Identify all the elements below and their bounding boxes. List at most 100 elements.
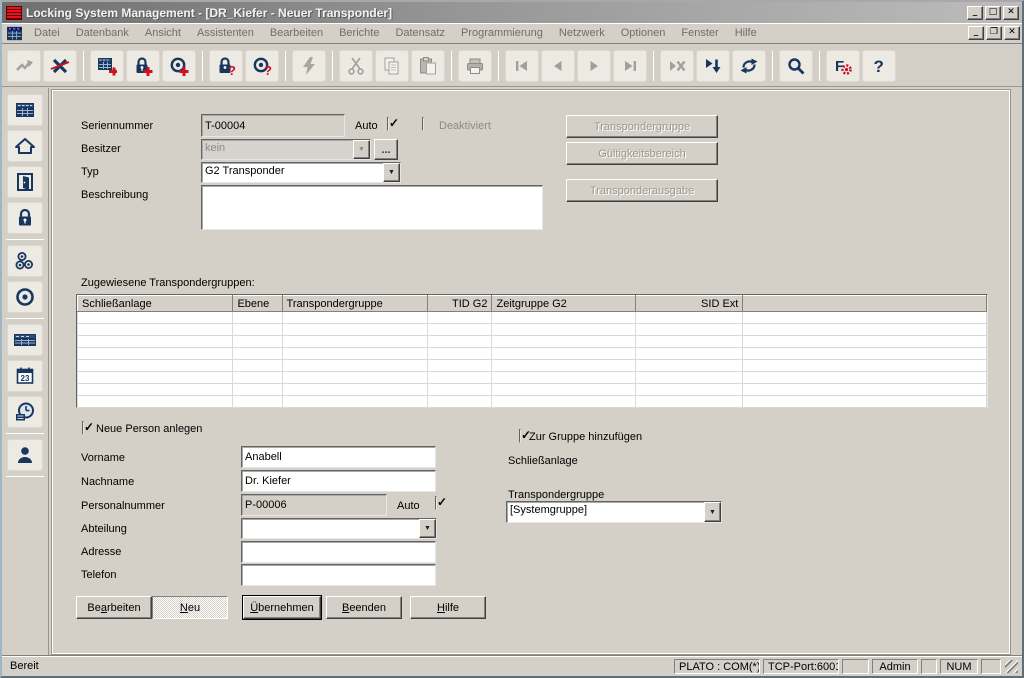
auto-checkbox[interactable]: [387, 117, 389, 131]
menu-berichte[interactable]: Berichte: [331, 25, 387, 41]
read-transponder-icon[interactable]: ?: [245, 50, 279, 82]
vorname-field[interactable]: [241, 446, 436, 468]
first-record-icon[interactable]: [505, 50, 539, 82]
bearbeiten-button[interactable]: Bearbeiten: [76, 596, 152, 619]
cancel-search-icon[interactable]: [660, 50, 694, 82]
menu-optionen[interactable]: Optionen: [613, 25, 674, 41]
transpondergruppe-combo[interactable]: [Systemgruppe] ▼: [506, 501, 722, 523]
menu-ansicht[interactable]: Ansicht: [137, 25, 189, 41]
minimize-icon[interactable]: _: [967, 6, 983, 20]
disconnect-icon[interactable]: [43, 50, 77, 82]
home-icon[interactable]: [7, 130, 43, 162]
resize-grip[interactable]: [1005, 660, 1018, 673]
new-transponder-icon[interactable]: [162, 50, 196, 82]
read-lock-icon[interactable]: ?: [209, 50, 243, 82]
time-plan-icon[interactable]: [7, 396, 43, 428]
transponderausgabe-button[interactable]: Transponderausgabe: [566, 179, 718, 202]
zur-gruppe-label: Zur Gruppe hinzufügen: [529, 431, 642, 443]
personalnummer-auto-checkbox[interactable]: [435, 496, 437, 510]
maximize-icon[interactable]: □: [985, 6, 1001, 20]
sync-arrow-icon[interactable]: [7, 50, 41, 82]
new-locking-system-icon[interactable]: [90, 50, 124, 82]
cut-icon[interactable]: [339, 50, 373, 82]
menu-fenster[interactable]: Fenster: [673, 25, 726, 41]
col-transpondergruppe[interactable]: Transpondergruppe: [282, 296, 427, 312]
menu-hilfe[interactable]: Hilfe: [727, 25, 765, 41]
telefon-field[interactable]: [241, 564, 436, 586]
transponder-group-icon[interactable]: [7, 245, 43, 277]
chevron-down-icon[interactable]: ▼: [383, 163, 400, 182]
personalnummer-auto-label: Auto: [397, 500, 420, 512]
matrix-icon[interactable]: [7, 94, 43, 126]
last-record-icon[interactable]: [613, 50, 647, 82]
transpondergruppen-table[interactable]: Schließanlage Ebene Transpondergruppe TI…: [76, 294, 988, 408]
copy-icon[interactable]: [375, 50, 409, 82]
new-lock-icon[interactable]: [126, 50, 160, 82]
table-row: [78, 312, 987, 324]
menu-programmierung[interactable]: Programmierung: [453, 25, 551, 41]
neue-person-label: Neue Person anlegen: [96, 423, 202, 435]
chevron-down-icon[interactable]: ▼: [419, 519, 436, 538]
door-icon[interactable]: [7, 166, 43, 198]
abteilung-combo[interactable]: ▼: [241, 518, 437, 539]
table-row: [78, 336, 987, 348]
toolbar-separator: [772, 51, 773, 81]
mdi-restore-icon[interactable]: ❐: [986, 26, 1002, 40]
neue-person-checkbox[interactable]: [82, 421, 84, 435]
nachname-field[interactable]: [241, 470, 436, 492]
deaktiviert-checkbox[interactable]: [422, 117, 424, 131]
help-icon[interactable]: ?: [862, 50, 896, 82]
besitzer-browse-button[interactable]: ...: [374, 139, 398, 160]
col-tid-g2[interactable]: TID G2: [427, 296, 492, 312]
beschreibung-field[interactable]: [201, 185, 543, 230]
calendar-icon[interactable]: 23: [7, 360, 43, 392]
refresh-icon[interactable]: [732, 50, 766, 82]
mdi-minimize-icon[interactable]: _: [968, 26, 984, 40]
seriennummer-field[interactable]: [201, 114, 345, 137]
print-icon[interactable]: [458, 50, 492, 82]
transpondergruppe-button[interactable]: Transpondergruppe: [566, 115, 718, 138]
col-zeitgruppe-g2[interactable]: Zeitgruppe G2: [492, 296, 636, 312]
beenden-button[interactable]: Beenden: [326, 596, 402, 619]
close-icon[interactable]: ✕: [1003, 6, 1019, 20]
gueltigkeitsbereich-button[interactable]: Gültigkeitsbereich: [566, 142, 718, 165]
adresse-field[interactable]: [241, 541, 436, 563]
search-icon[interactable]: [779, 50, 813, 82]
chevron-down-icon[interactable]: ▼: [704, 502, 721, 522]
person-icon[interactable]: [7, 439, 43, 471]
menu-assistenten[interactable]: Assistenten: [189, 25, 262, 41]
status-plato: PLATO : COM(*): [674, 659, 760, 674]
menu-datei[interactable]: Datei: [26, 25, 68, 41]
personalnummer-field[interactable]: [241, 494, 387, 516]
col-empty[interactable]: [743, 296, 987, 312]
besitzer-combo[interactable]: kein ▼: [201, 139, 371, 160]
neu-button[interactable]: Neu: [152, 596, 228, 619]
typ-combo[interactable]: G2 Transponder ▼: [201, 162, 401, 183]
uebernehmen-button[interactable]: Übernehmen: [243, 596, 321, 619]
next-record-icon[interactable]: [577, 50, 611, 82]
goto-record-icon[interactable]: [696, 50, 730, 82]
col-schliessanlage[interactable]: Schließanlage: [78, 296, 233, 312]
col-ebene[interactable]: Ebene: [233, 296, 282, 312]
menu-netzwerk[interactable]: Netzwerk: [551, 25, 613, 41]
table-caption: Zugewiesene Transpondergruppen:: [81, 277, 255, 289]
hilfe-button[interactable]: Hilfe: [410, 596, 486, 619]
toolbar-separator: [498, 51, 499, 81]
chevron-down-icon[interactable]: ▼: [353, 140, 370, 159]
matrix-wide-icon[interactable]: [7, 324, 43, 356]
menu-datensatz[interactable]: Datensatz: [387, 25, 453, 41]
prev-record-icon[interactable]: [541, 50, 575, 82]
menu-bearbeiten[interactable]: Bearbeiten: [262, 25, 331, 41]
functions-gear-icon[interactable]: F: [826, 50, 860, 82]
program-flash-icon[interactable]: [292, 50, 326, 82]
zur-gruppe-checkbox[interactable]: [519, 429, 521, 443]
transpondergruppe-value: [Systemgruppe]: [507, 502, 704, 522]
mdi-close-icon[interactable]: ✕: [1004, 26, 1020, 40]
mdi-child-icon[interactable]: [6, 26, 23, 41]
col-sid-ext[interactable]: SID Ext: [636, 296, 743, 312]
paste-icon[interactable]: [411, 50, 445, 82]
transponder-icon[interactable]: [7, 281, 43, 313]
menu-datenbank[interactable]: Datenbank: [68, 25, 137, 41]
lock-icon[interactable]: [7, 202, 43, 234]
table-row: [78, 348, 987, 360]
